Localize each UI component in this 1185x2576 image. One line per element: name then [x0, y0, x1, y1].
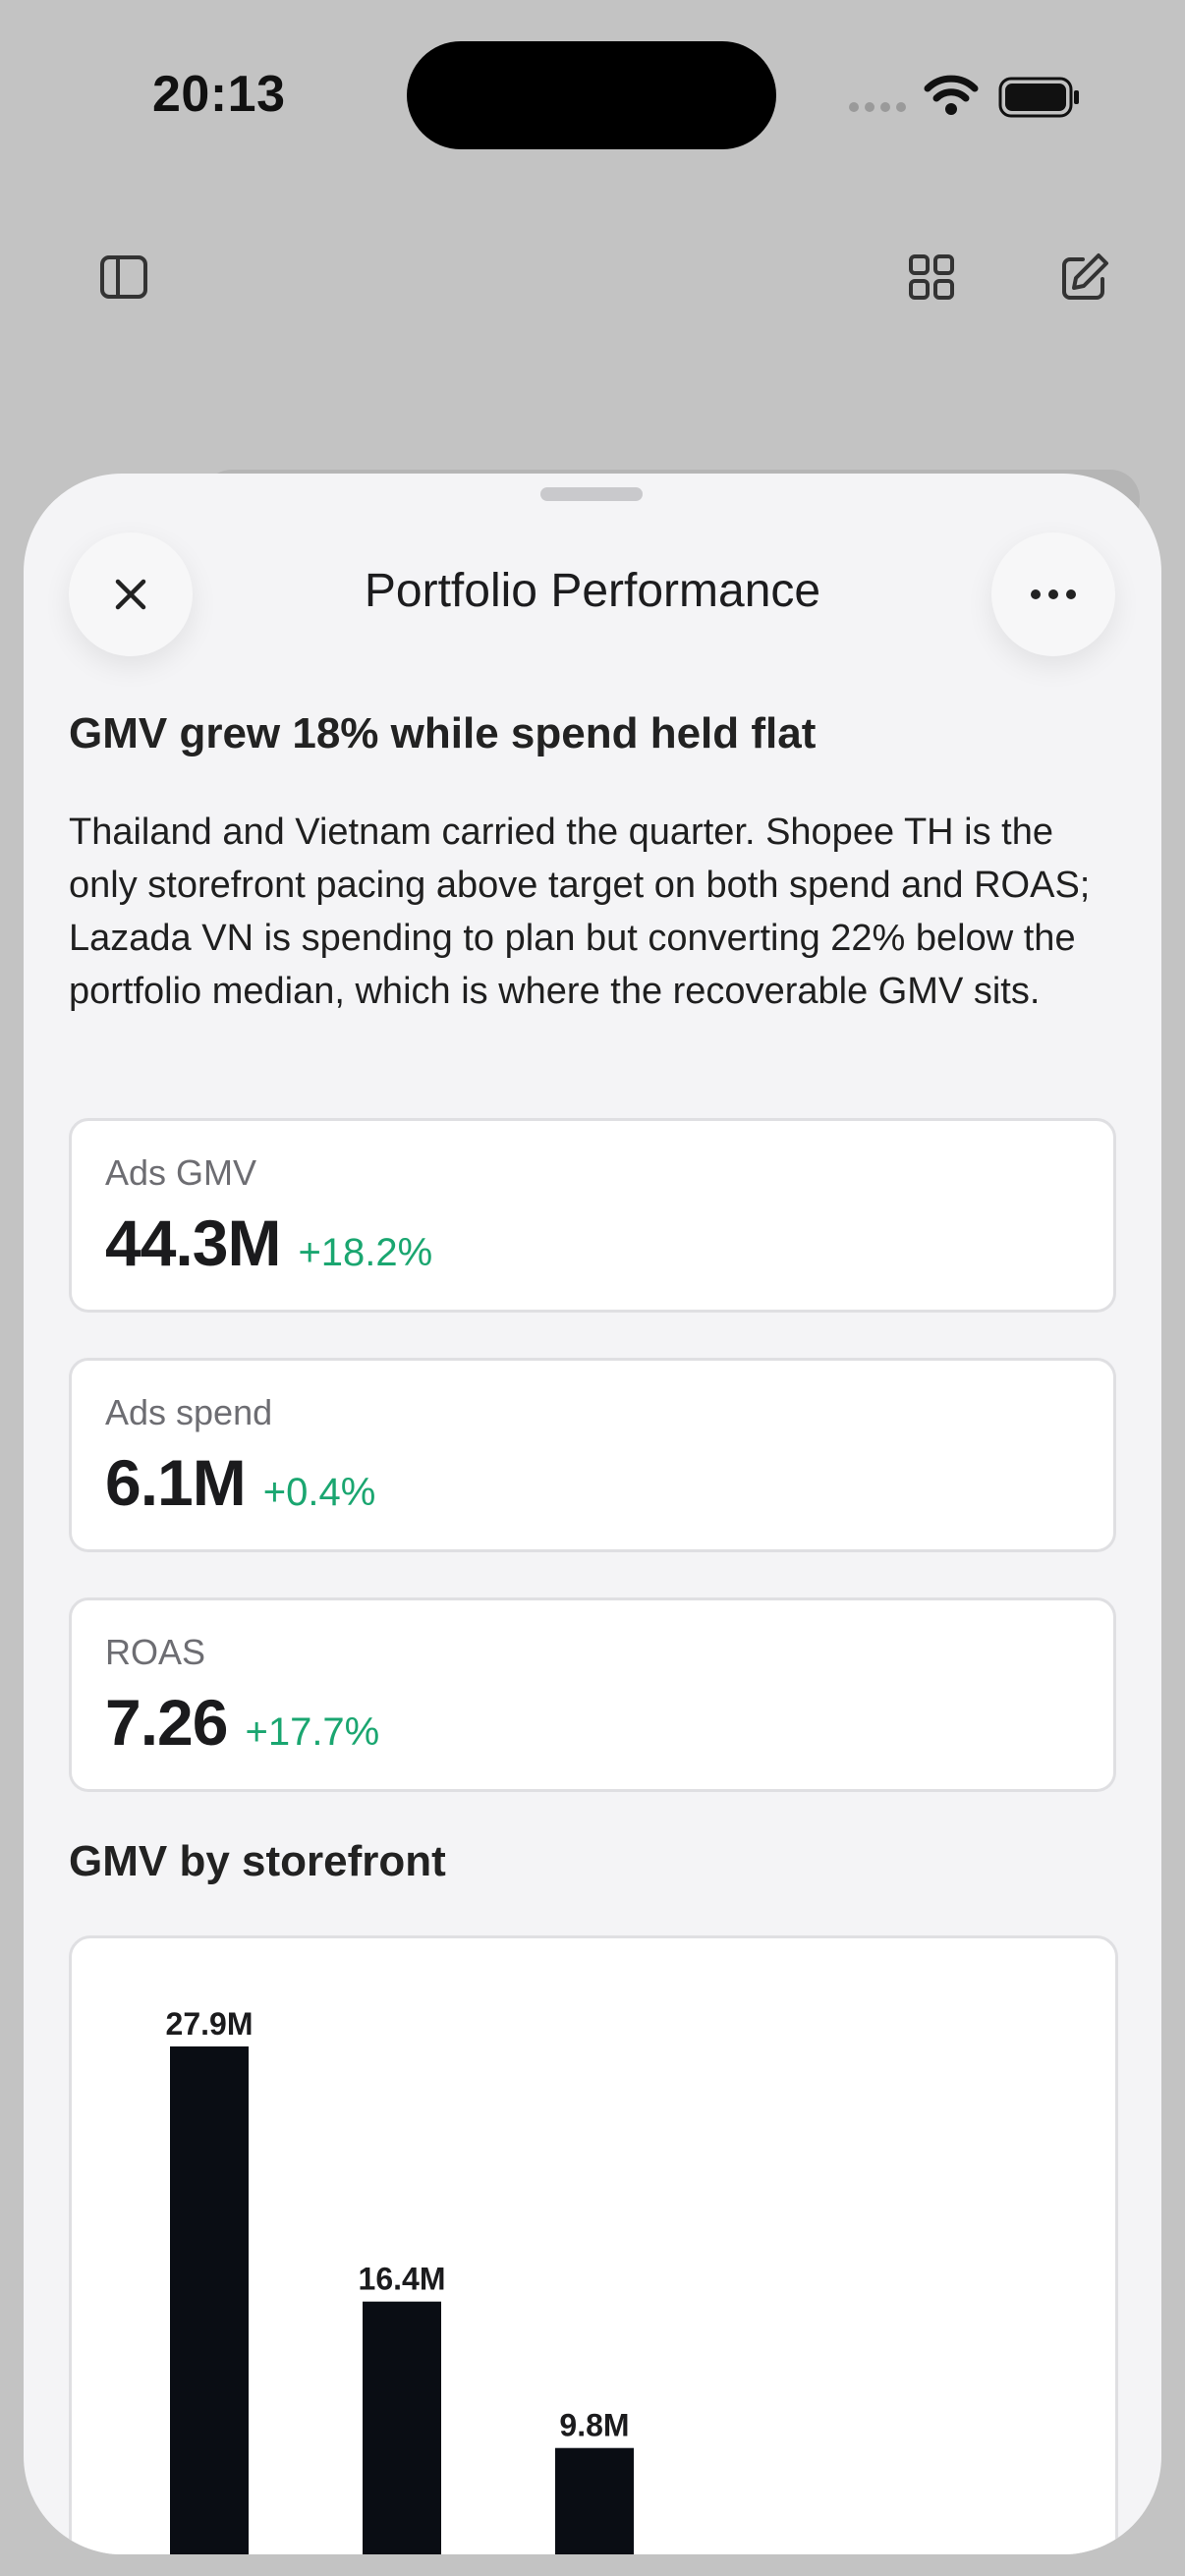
kpi-delta: +0.4%: [262, 1471, 376, 1514]
kpi-value: 6.1M: [105, 1446, 247, 1519]
sidebar-toggle-button[interactable]: [75, 228, 173, 326]
compose-icon: [1062, 253, 1108, 300]
bar-value-label-2: 9.8M: [559, 2408, 629, 2443]
sidebar-icon: [100, 255, 147, 299]
kpi-card-ads-spend[interactable]: Ads spend 6.1M +0.4%: [69, 1358, 1116, 1552]
bar-0[interactable]: [170, 2046, 249, 2554]
kpi-card-roas[interactable]: ROAS 7.26 +17.7%: [69, 1597, 1116, 1792]
screen: 20:13 Portfolio Performance GMV grew 18%…: [0, 0, 1185, 2576]
kpi-label: ROAS: [105, 1632, 206, 1672]
sheet-grabber[interactable]: [540, 487, 643, 501]
cellular-signal-icon: [849, 102, 906, 112]
grid-view-button[interactable]: [882, 228, 981, 326]
chart-card: 27.9M 16.4M 9.8M: [69, 1935, 1118, 2554]
kpi-label: Ads spend: [105, 1392, 273, 1432]
more-options-button[interactable]: [991, 532, 1115, 656]
summary-headline: GMV grew 18% while spend held flat: [69, 709, 817, 757]
bar-value-label-0: 27.9M: [166, 2006, 254, 2042]
kpi-delta: +17.7%: [245, 1710, 380, 1754]
grid-icon: [909, 254, 954, 300]
bar-value-label-1: 16.4M: [359, 2262, 446, 2297]
kpi-card-ads-gmv[interactable]: Ads GMV 44.3M +18.2%: [69, 1118, 1116, 1313]
kpi-delta: +18.2%: [298, 1231, 433, 1274]
chart-section-title: GMV by storefront: [69, 1837, 446, 1885]
kpi-label: Ads GMV: [105, 1152, 257, 1193]
bar-1[interactable]: [363, 2301, 441, 2554]
bottom-sheet: Portfolio Performance GMV grew 18% while…: [24, 474, 1161, 2554]
wifi-icon: [924, 75, 979, 115]
summary-body: Thailand and Vietnam carried the quarter…: [69, 812, 1091, 1012]
compose-button[interactable]: [1036, 228, 1134, 326]
kpi-value: 44.3M: [105, 1206, 281, 1279]
battery-icon: [998, 77, 1079, 118]
bar-2[interactable]: [555, 2447, 634, 2554]
gmv-bar-chart: 27.9M 16.4M 9.8M: [166, 2006, 634, 2554]
status-time: 20:13: [152, 66, 286, 123]
ellipsis-icon: [1031, 589, 1076, 599]
kpi-value: 7.26: [105, 1686, 228, 1759]
dynamic-island: [407, 41, 776, 149]
